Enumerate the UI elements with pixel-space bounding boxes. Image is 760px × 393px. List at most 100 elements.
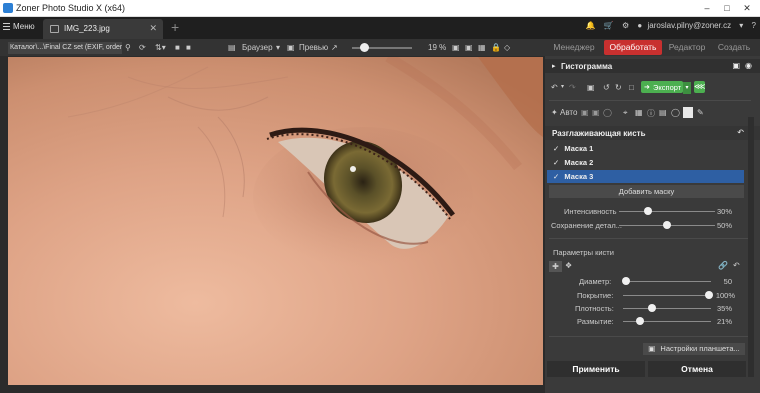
rotate-left-icon[interactable]: ↺: [603, 83, 610, 92]
zoom-slider-thumb[interactable]: [360, 43, 369, 52]
grid-icon[interactable]: ▦: [478, 42, 486, 53]
link-icon[interactable]: 🔗: [718, 261, 728, 270]
coverage-value: 100%: [715, 291, 735, 300]
cart-icon[interactable]: 🛒: [604, 21, 614, 30]
share-icon[interactable]: ⋘: [694, 81, 705, 93]
panel-scrollbar[interactable]: [748, 117, 754, 377]
maximize-button[interactable]: □: [718, 2, 736, 15]
export-dropdown-icon[interactable]: ▾: [683, 82, 691, 94]
cancel-button[interactable]: Отмена: [648, 361, 746, 377]
tablet-settings-button[interactable]: ▣ Настройки планшета...: [643, 343, 745, 355]
folder-icon[interactable]: ■: [175, 42, 180, 53]
lock-icon[interactable]: 🔒: [491, 42, 501, 53]
feather-label: Размытие:: [577, 317, 614, 326]
user-icon[interactable]: ●: [637, 21, 642, 30]
magic-wand-icon[interactable]: ✦: [551, 108, 558, 117]
apply-button[interactable]: Применить: [547, 361, 645, 377]
checkbox-icon[interactable]: ✓: [553, 158, 559, 167]
minimize-button[interactable]: –: [698, 2, 716, 15]
expand-arrow-icon: ▸: [552, 63, 556, 70]
refresh-icon[interactable]: ⟳: [139, 42, 146, 53]
brush-tool-icon[interactable]: [683, 107, 693, 118]
erase-icon[interactable]: ✎: [697, 108, 704, 117]
mask-row-1[interactable]: ✓ Маска 1: [547, 142, 744, 155]
export-button[interactable]: ➜ Экспорт: [641, 81, 683, 93]
undo-icon[interactable]: ↶: [551, 83, 558, 92]
preview-button[interactable]: Превью: [299, 42, 328, 53]
tab-create[interactable]: Создать: [712, 39, 756, 56]
mask-label: Маска 1: [564, 144, 594, 153]
preview-icon[interactable]: ▣: [287, 42, 295, 53]
browser-icon[interactable]: ▤: [228, 42, 236, 53]
compare-icon[interactable]: ◇: [504, 42, 510, 53]
feather-slider-thumb[interactable]: [636, 317, 644, 325]
histogram-title: Гистограмма: [561, 62, 613, 71]
histogram-header[interactable]: ▸ Гистограмма ▣ ◉: [545, 59, 760, 73]
help-icon[interactable]: ?: [752, 21, 756, 30]
close-window-button[interactable]: ✕: [738, 2, 756, 15]
reset-brush-icon[interactable]: ↶: [733, 261, 740, 270]
mask-label: Маска 3: [564, 172, 594, 181]
tab-manager[interactable]: Менеджер: [547, 39, 601, 56]
new-tab-button[interactable]: +: [171, 20, 179, 34]
close-tab-icon[interactable]: ✕: [149, 23, 157, 34]
add-mask-button[interactable]: Добавить маску: [549, 185, 744, 198]
coverage-slider-track[interactable]: [623, 295, 711, 296]
settings-icon[interactable]: ⚙: [622, 21, 629, 30]
sort-icon[interactable]: ⇅▾: [155, 42, 166, 53]
left-gutter: [0, 57, 8, 385]
paste-settings-icon[interactable]: ▣: [592, 108, 600, 117]
diameter-slider-thumb[interactable]: [622, 277, 630, 285]
fit-icon[interactable]: ▣: [452, 42, 460, 53]
search-icon[interactable]: ⚲: [125, 42, 131, 53]
radial-filter-icon[interactable]: ◯: [671, 108, 680, 117]
brush-mode-erase-icon[interactable]: ❖: [565, 261, 572, 270]
tablet-settings-label: Настройки планшета...: [660, 344, 740, 353]
intensity-slider-thumb[interactable]: [644, 207, 652, 215]
menu-button[interactable]: Меню: [3, 22, 35, 31]
diameter-slider-track[interactable]: [623, 281, 711, 282]
actual-size-icon[interactable]: ▣: [465, 42, 473, 53]
auto-button[interactable]: Авто: [560, 108, 577, 117]
redo-icon[interactable]: ↷: [569, 83, 576, 92]
tab-edit[interactable]: Обработать: [604, 40, 662, 55]
crop-icon[interactable]: ⌖: [623, 108, 628, 118]
intensity-slider-track[interactable]: [619, 211, 715, 212]
mask-row-3[interactable]: ✓ Маска 3: [547, 170, 744, 183]
brush-header: Разглаживающая кисть ↶: [545, 126, 760, 140]
tab-bar: Меню IMG_223.jpg ✕ + 🔔 🛒 ⚙ ● jaroslav.pi…: [0, 17, 760, 39]
browser-dropdown-icon[interactable]: ▾: [276, 42, 280, 53]
rotate-right-icon[interactable]: ↻: [615, 83, 622, 92]
user-email[interactable]: jaroslav.pilny@zoner.cz: [648, 21, 732, 30]
tab-editor[interactable]: Редактор: [665, 39, 709, 56]
info-icon[interactable]: ⓘ: [647, 108, 655, 119]
back-arrow-icon[interactable]: ↶: [737, 128, 744, 137]
document-tab[interactable]: IMG_223.jpg ✕: [43, 19, 163, 39]
reset-settings-icon[interactable]: ◯: [603, 108, 612, 117]
bell-icon[interactable]: 🔔: [586, 21, 596, 30]
browser-button[interactable]: Браузер: [242, 42, 273, 53]
title-bar: Zoner Photo Studio X (x64) – □ ✕: [0, 0, 760, 17]
checkbox-icon[interactable]: ✓: [553, 172, 559, 181]
chevron-down-icon[interactable]: ▾: [739, 21, 743, 30]
catalog-path[interactable]: Каталог\...\Final CZ set (EXIF, order): [8, 42, 122, 54]
gradient-filter-icon[interactable]: ▤: [659, 108, 667, 117]
copy-icon[interactable]: □: [629, 83, 634, 92]
folder-down-icon[interactable]: ■: [186, 42, 191, 53]
mask-row-2[interactable]: ✓ Маска 2: [547, 156, 744, 169]
histogram-mode-icon[interactable]: ▣: [732, 61, 740, 70]
external-view-icon[interactable]: ↗: [331, 42, 338, 53]
density-slider-thumb[interactable]: [648, 304, 656, 312]
histogram-settings-icon[interactable]: ◉: [745, 61, 752, 70]
density-slider-track[interactable]: [623, 308, 711, 309]
image-icon: [50, 25, 59, 33]
density-value: 35%: [716, 304, 732, 313]
brush-mode-paint-icon[interactable]: ✚: [549, 261, 562, 272]
copy-settings-icon[interactable]: ▣: [581, 108, 589, 117]
transform-icon[interactable]: ▦: [635, 108, 643, 117]
detail-slider-thumb[interactable]: [663, 221, 671, 229]
photo-canvas[interactable]: [8, 57, 543, 385]
undo-dropdown-icon[interactable]: ▾: [561, 83, 564, 90]
checkbox-icon[interactable]: ✓: [553, 144, 559, 153]
image-compare-icon[interactable]: ▣: [587, 83, 595, 92]
